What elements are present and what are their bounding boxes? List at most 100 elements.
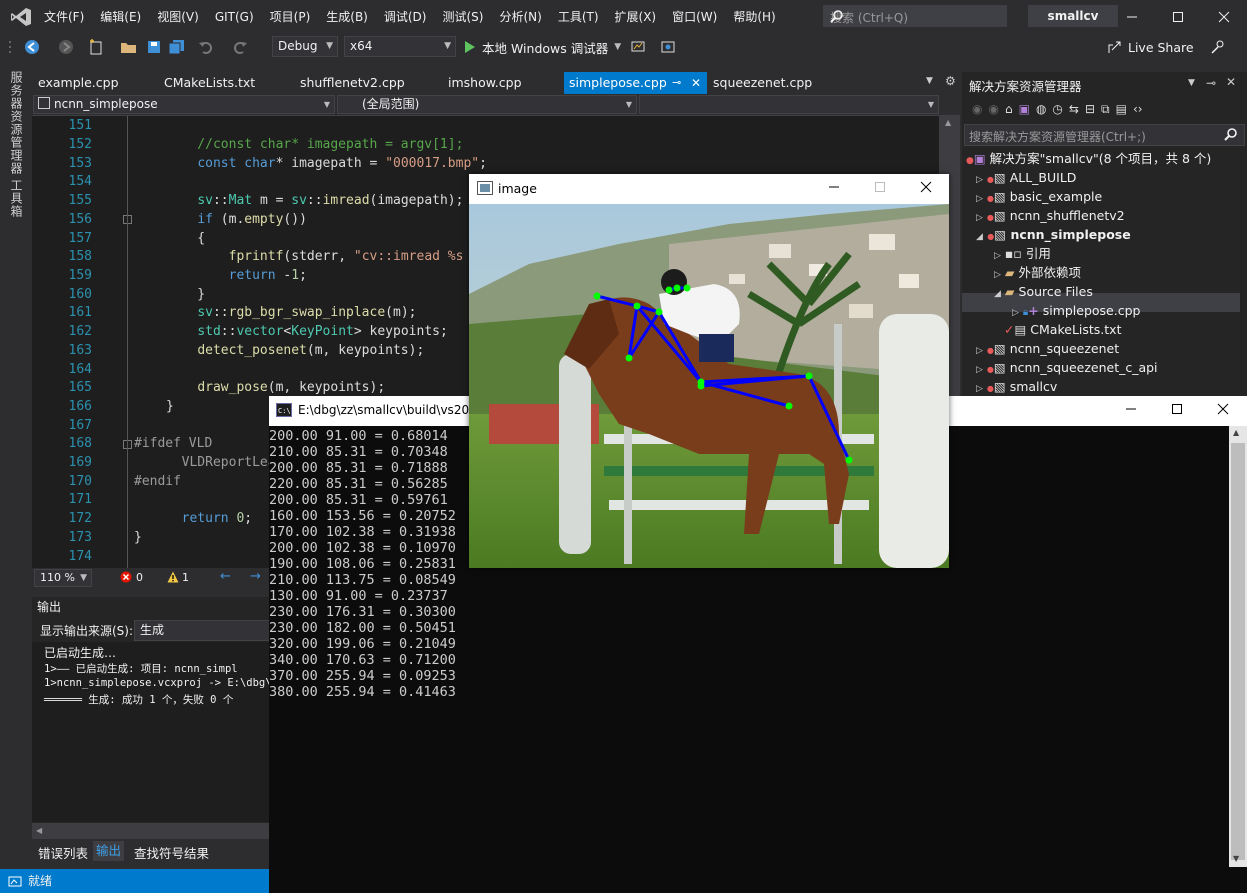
code-view-icon[interactable]: ‹› bbox=[1133, 102, 1143, 116]
menu-window[interactable]: 窗口(W) bbox=[664, 8, 725, 25]
menu-file[interactable]: 文件(F) bbox=[36, 8, 92, 25]
chevron-expanded-icon[interactable]: ◢ bbox=[976, 232, 983, 242]
forward-icon[interactable]: ◉ bbox=[988, 102, 998, 116]
diagnostics-icon[interactable] bbox=[630, 39, 646, 55]
chevron-right-icon[interactable]: ▷ bbox=[976, 194, 983, 204]
project-select[interactable]: ncnn_simplepose ▼ bbox=[33, 95, 335, 114]
pin-icon[interactable]: ⊸ bbox=[672, 72, 681, 94]
scroll-thumb[interactable] bbox=[1231, 443, 1245, 860]
menu-edit[interactable]: 编辑(E) bbox=[92, 8, 149, 25]
tree-item-smallcv[interactable]: ▷ ●▧ smallcv bbox=[976, 377, 1057, 396]
chevron-right-icon[interactable]: ▷ bbox=[976, 213, 983, 223]
image-window-title-bar[interactable]: image bbox=[469, 174, 949, 204]
menu-debug[interactable]: 调试(D) bbox=[376, 8, 435, 25]
globe-icon[interactable]: ◍ bbox=[1036, 102, 1046, 116]
visual-studio-logo-icon[interactable] bbox=[10, 7, 32, 27]
vs-switch-icon[interactable]: ▣ bbox=[1019, 102, 1030, 116]
menu-help[interactable]: 帮助(H) bbox=[725, 8, 783, 25]
feedback-icon[interactable] bbox=[1210, 39, 1226, 55]
open-folder-icon[interactable] bbox=[120, 39, 138, 55]
maximize-button[interactable] bbox=[1155, 0, 1201, 33]
tree-item-ncnn-shufflenetv2[interactable]: ▷ ●▧ ncnn_shufflenetv2 bbox=[976, 206, 1125, 225]
tab-example-cpp[interactable]: example.cpp bbox=[32, 72, 125, 94]
screenshot-icon[interactable] bbox=[660, 39, 676, 55]
output-source-select[interactable]: 生成 bbox=[134, 620, 270, 641]
redo-icon[interactable] bbox=[232, 39, 248, 55]
minimize-button[interactable] bbox=[1109, 0, 1155, 33]
menu-extensions[interactable]: 扩展(X) bbox=[607, 8, 665, 25]
zoom-select[interactable]: 110 % ▼ bbox=[34, 569, 92, 587]
back-icon[interactable]: ◉ bbox=[972, 102, 982, 116]
properties-icon[interactable]: ▤ bbox=[1116, 102, 1127, 116]
undo-icon[interactable] bbox=[198, 39, 214, 55]
tree-item-basic-example[interactable]: ▷ ●▧ basic_example bbox=[976, 187, 1102, 206]
save-icon[interactable] bbox=[146, 39, 162, 55]
output-hscrollbar[interactable]: ◀ bbox=[32, 823, 270, 839]
chevron-expanded-icon[interactable]: ◢ bbox=[994, 289, 1001, 299]
chevron-right-icon[interactable]: ▷ bbox=[994, 270, 1001, 280]
console-scrollbar[interactable]: ▲ ▼ bbox=[1229, 426, 1247, 867]
tree-item-cmakelists[interactable]: ✓▤ CMakeLists.txt bbox=[1004, 320, 1121, 339]
tab-error-list[interactable]: 错误列表 bbox=[38, 843, 88, 862]
arrow-right-icon[interactable]: → bbox=[250, 569, 261, 584]
chevron-down-icon[interactable]: ▼ bbox=[1188, 78, 1195, 88]
solution-search-input[interactable]: 搜索解决方案资源管理器(Ctrl+;) bbox=[964, 124, 1245, 146]
chevron-right-icon[interactable]: ▷ bbox=[976, 175, 983, 185]
menu-view[interactable]: 视图(V) bbox=[149, 8, 207, 25]
chevron-right-icon[interactable]: ▷ bbox=[1012, 308, 1019, 318]
sync-icon[interactable]: ⇆ bbox=[1069, 102, 1079, 116]
search-input[interactable]: 搜索 (Ctrl+Q) bbox=[823, 5, 1007, 27]
navigate-forward-icon[interactable] bbox=[58, 39, 74, 55]
tab-output[interactable]: 输出 bbox=[93, 841, 125, 861]
start-debugging-button[interactable]: 本地 Windows 调试器 ▼ bbox=[462, 36, 621, 58]
arrow-left-icon[interactable]: ← bbox=[220, 569, 231, 584]
server-explorer-tab[interactable]: 服务器资源管理器 bbox=[8, 71, 25, 175]
home-icon[interactable]: ⌂ bbox=[1005, 102, 1013, 116]
tab-find-symbol-results[interactable]: 查找符号结果 bbox=[134, 843, 209, 862]
chevron-right-icon[interactable]: ▷ bbox=[976, 365, 983, 375]
error-icon[interactable] bbox=[120, 571, 132, 583]
tree-item-ncnn-simplepose[interactable]: ◢ ●▧ ncnn_simplepose bbox=[976, 225, 1131, 244]
configuration-select[interactable]: Debug ▼ bbox=[272, 36, 338, 57]
menu-build[interactable]: 生成(B) bbox=[318, 8, 376, 25]
chevron-right-icon[interactable]: ▷ bbox=[976, 346, 983, 356]
toolbox-tab[interactable]: 工具箱 bbox=[8, 179, 25, 218]
tab-shufflenetv2-cpp[interactable]: shufflenetv2.cpp bbox=[294, 72, 411, 94]
tree-item-simplepose-cpp[interactable]: ▷ 🔒︎+ simplepose.cpp bbox=[1012, 301, 1140, 320]
solution-name-badge[interactable]: smallcv bbox=[1028, 5, 1118, 27]
scroll-up-icon[interactable]: ▲ bbox=[945, 118, 951, 127]
tree-item-all-build[interactable]: ▷ ●▧ ALL_BUILD bbox=[976, 168, 1076, 187]
warning-icon[interactable] bbox=[167, 571, 179, 583]
chevron-down-icon[interactable]: ▼ bbox=[614, 42, 621, 52]
gear-icon[interactable]: ⚙ bbox=[945, 74, 956, 88]
close-tab-icon[interactable]: ✕ bbox=[691, 72, 701, 94]
menu-tools[interactable]: 工具(T) bbox=[550, 8, 607, 25]
scope-select[interactable]: (全局范围) ▼ bbox=[337, 95, 637, 114]
close-icon[interactable] bbox=[1217, 403, 1229, 415]
member-select[interactable]: ▼ bbox=[639, 95, 939, 114]
pin-icon[interactable]: ⊸ bbox=[1206, 76, 1216, 90]
tree-item-ncnn-squeezenet[interactable]: ▷ ●▧ ncnn_squeezenet bbox=[976, 339, 1119, 358]
tree-item-ncnn-squeezenet-c-api[interactable]: ▷ ●▧ ncnn_squeezenet_c_api bbox=[976, 358, 1158, 377]
output-text-area[interactable]: 已启动生成… 1>—— 已启动生成: 项目: ncnn_simpl 1>ncnn… bbox=[32, 642, 270, 822]
chevron-right-icon[interactable]: ▷ bbox=[994, 251, 1001, 261]
tree-item-source-files[interactable]: ◢ ▰ Source Files bbox=[994, 282, 1093, 301]
show-all-icon[interactable]: ⧉ bbox=[1101, 102, 1110, 117]
menu-analyze[interactable]: 分析(N) bbox=[491, 8, 549, 25]
minimize-icon[interactable] bbox=[828, 181, 840, 193]
history-icon[interactable]: ◷ bbox=[1052, 102, 1062, 116]
scroll-up-icon[interactable]: ▲ bbox=[1233, 428, 1239, 437]
maximize-icon[interactable] bbox=[874, 181, 886, 193]
tree-item-external-deps[interactable]: ▷ ▰ 外部依赖项 bbox=[994, 263, 1081, 282]
scroll-down-icon[interactable]: ▼ bbox=[1233, 854, 1239, 863]
navigate-back-icon[interactable] bbox=[24, 39, 40, 55]
tree-item-solution[interactable]: ●▣ 解决方案"smallcv"(8 个项目，共 8 个) bbox=[966, 149, 1211, 168]
collapse-icon[interactable]: ⊟ bbox=[1085, 102, 1095, 116]
chevron-right-icon[interactable]: ▷ bbox=[976, 384, 983, 394]
close-icon[interactable] bbox=[920, 181, 932, 193]
platform-select[interactable]: x64 ▼ bbox=[344, 36, 456, 57]
tab-imshow-cpp[interactable]: imshow.cpp bbox=[442, 72, 528, 94]
tab-cmakelists[interactable]: CMakeLists.txt bbox=[158, 72, 261, 94]
minimize-icon[interactable] bbox=[1125, 403, 1137, 415]
menu-test[interactable]: 测试(S) bbox=[434, 8, 491, 25]
